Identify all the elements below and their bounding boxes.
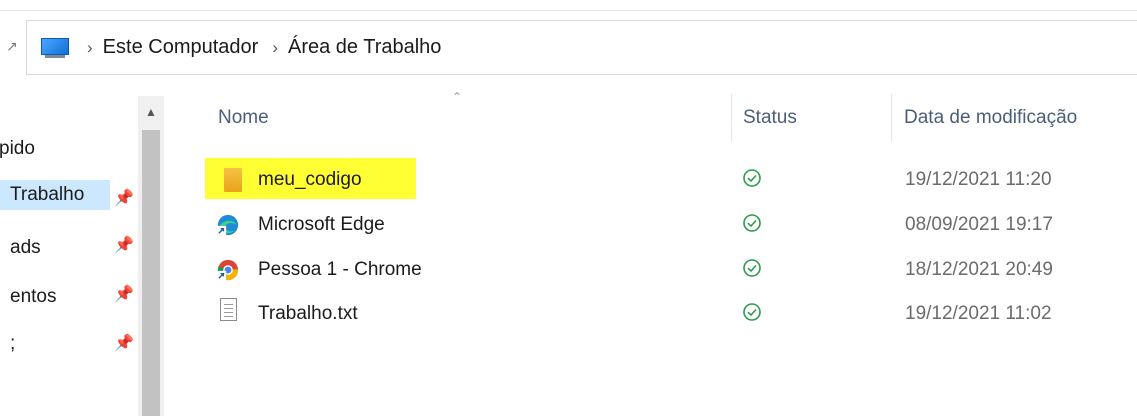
nav-item-acesso-rapido[interactable]: pido [0,138,35,160]
pin-icon[interactable]: 📌 [114,284,134,304]
folder-icon [224,168,242,192]
pin-icon[interactable]: 📌 [114,188,134,208]
nav-item-documentos[interactable]: entos [10,286,56,308]
nav-item-imagens[interactable]: ; [10,333,15,355]
computer-icon [41,37,69,58]
file-name: meu_codigo [258,169,362,190]
up-arrow-icon[interactable]: ↗ [6,38,18,55]
column-header-nome[interactable]: Nome [218,107,269,129]
breadcrumb-este-computador[interactable]: Este Computador [103,36,259,59]
sort-ascending-icon: ⌃ [452,90,463,104]
pin-icon[interactable]: 📌 [114,235,134,255]
sync-check-icon [743,303,761,321]
sync-check-icon [743,214,761,232]
file-name: Trabalho.txt [258,303,358,324]
column-divider[interactable] [891,94,892,142]
file-name: Microsoft Edge [258,214,385,235]
file-name: Pessoa 1 - Chrome [258,259,422,280]
column-header-status[interactable]: Status [743,107,797,129]
chevron-right-icon[interactable]: › [272,38,278,58]
chevron-right-icon[interactable]: › [87,38,93,58]
file-date: 18/12/2021 20:49 [905,259,1053,280]
file-row-meu-codigo[interactable]: meu_codigo 19/12/2021 11:20 [200,158,1137,202]
scroll-thumb[interactable] [142,130,160,416]
file-row-microsoft-edge[interactable]: Microsoft Edge 08/09/2021 19:17 [200,203,1137,247]
nav-item-label: Trabalho [10,184,85,205]
chrome-icon [217,259,239,281]
breadcrumb-area-de-trabalho[interactable]: Área de Trabalho [288,36,441,59]
edge-icon [217,214,239,236]
scroll-up-arrow-icon[interactable]: ▲ [138,100,164,124]
nav-scrollbar[interactable]: ▲ [138,96,164,416]
sync-check-icon [743,259,761,277]
window-top-edge [0,0,1137,11]
file-row-pessoa-1-chrome[interactable]: Pessoa 1 - Chrome 18/12/2021 20:49 [200,248,1137,292]
address-bar[interactable]: › Este Computador › Área de Trabalho [26,20,1137,75]
file-date: 19/12/2021 11:02 [905,303,1052,324]
column-divider[interactable] [731,94,732,142]
column-header-data-de-modificacao[interactable]: Data de modificação [904,107,1077,129]
nav-item-downloads[interactable]: ads [10,237,41,259]
text-file-icon [220,298,237,321]
file-row-trabalho-txt[interactable]: Trabalho.txt 19/12/2021 11:02 [200,292,1137,336]
file-date: 19/12/2021 11:20 [905,169,1052,190]
nav-item-area-de-trabalho[interactable]: Trabalho [0,180,111,210]
file-date: 08/09/2021 19:17 [905,214,1053,235]
sync-check-icon [743,169,761,187]
pin-icon[interactable]: 📌 [114,333,134,353]
